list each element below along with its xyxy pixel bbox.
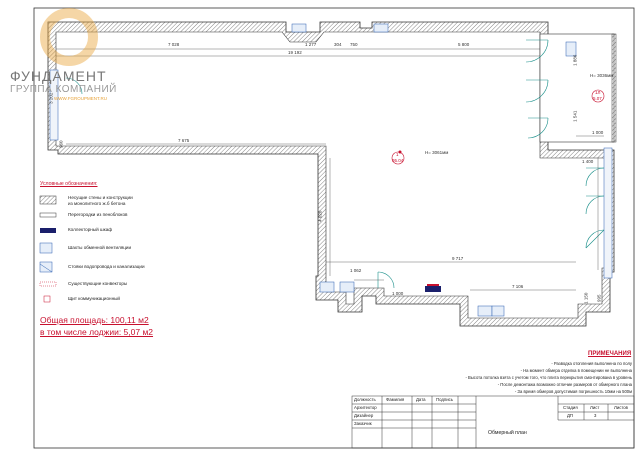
tb-row-designer: Дизайнер [354,413,374,418]
note-line: - Высота потолка взята с учетом того, чт… [465,375,632,380]
loggia-area: в том числе лоджии: 5,07 м2 [40,327,154,337]
loggia-outline [539,33,615,143]
tb-stage-header: Стадия [563,405,578,410]
total-area: Общая площадь: 100,11 м2 [40,315,149,325]
dim-960: 960 [58,140,64,149]
note-line: - За время обмеров допустимая погрешност… [514,389,632,394]
dim-total: 19 192 [288,50,302,55]
legend-item-partitions: Перегородки из пеноблоков [68,212,128,217]
dim-995: 995 [596,294,602,303]
room-loggia-area: 5.07 [593,96,602,101]
legend-item-risers: Стояки водопровода и канализации [68,264,145,269]
tb-col-signature: Подпись [436,397,454,402]
tb-stage-value: ДП [567,413,573,418]
walls [47,21,615,327]
tb-sheets-header: Листов [614,405,628,410]
legend-title: Условные обозначения: [40,181,98,187]
dim-1062: 1 062 [350,268,362,273]
note-line: - Разводка отопления выполнена по полу [551,361,632,366]
dim-7106: 7 106 [512,284,524,289]
legend-item-shafts: Шахты обменной вентиляции [68,245,132,250]
notes-title: ПРИМЕЧАНИЯ [588,351,632,357]
dim-7675: 7 675 [178,138,190,143]
dim-1400: 1 400 [582,159,594,164]
legend-item-walls-2: из монолитного ж.б бетона [68,201,126,206]
window-right [603,147,613,279]
dim-7028: 7 028 [168,42,180,47]
dim-3202: 3 202 [48,92,54,104]
dim-1150: 1 150 [583,292,589,304]
tb-row-client: Заказчик [354,421,372,426]
dim-1541: 1 541 [572,110,578,122]
title-block-grid [351,395,635,449]
tb-sheet-header: Лист [590,405,600,410]
tb-row-architect: Архитектор [354,405,377,410]
room-loggia-number: 1Л [595,90,601,95]
dim-1000b: 1 000 [392,291,404,296]
dim-9717: 9 717 [452,256,464,261]
collector-box [425,286,441,292]
legend-item-panel: Щит коммуникационный [68,296,120,301]
room-main-number: 1 [396,152,399,157]
legend-symbols [39,195,57,303]
room-loggia-height: H= 3036мм [590,73,614,78]
dim-304: 304 [334,42,342,47]
dim-1886: 1 886 [572,54,578,66]
note-line: - На момент обмера отделка в помещении н… [520,368,632,373]
room-main-height: H= 3061мм [425,150,449,155]
dim-1000: 1 000 [592,130,604,135]
tb-col-date: Дата [416,397,426,402]
tb-col-surname: Фамилия [386,397,405,402]
drawing-sheet: ФУНДАМЕНТ ГРУППА КОМПАНИЙ WWW.FGROUPMENT… [0,0,640,451]
tb-drawing-name: Обмерный план [488,430,527,436]
dim-1277: 1 277 [305,42,317,47]
logo-site: WWW.FGROUPMENT.RU [54,96,107,101]
note-line: - После демонтажа возможно отличие разме… [497,382,632,387]
logo-subtitle: ГРУППА КОМПАНИЙ [10,84,117,95]
tb-sheet-value: 3 [594,413,597,418]
tb-row-position: Должность [354,397,376,402]
logo-name: ФУНДАМЕНТ [10,68,107,84]
logo-mark [40,8,98,66]
legend-item-walls-1: Несущие стены и конструкции [68,195,133,200]
dim-750: 750 [350,42,358,47]
legend-item-collector: Коллекторный шкаф [68,227,113,232]
room-main-area: 95.04 [392,158,404,163]
dim-5800: 5 800 [458,42,470,47]
legend-item-convectors: Существующие конвекторы [68,281,128,286]
dim-4020: 4 020 [317,210,323,222]
